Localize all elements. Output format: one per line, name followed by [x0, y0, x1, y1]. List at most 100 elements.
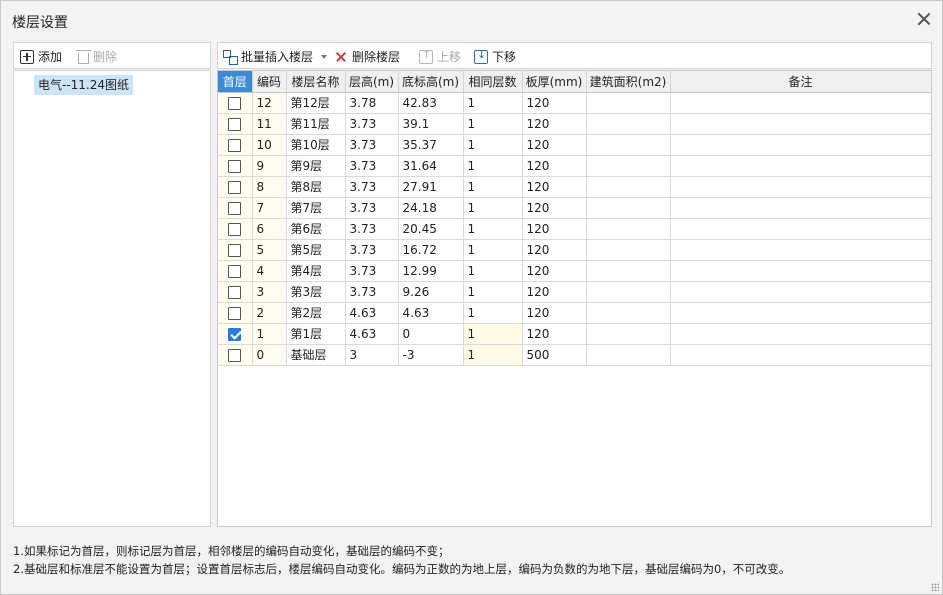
resize-grip[interactable]: [931, 583, 939, 591]
code-cell[interactable]: 7: [252, 197, 287, 219]
floor-height-cell[interactable]: 4.63: [345, 323, 399, 345]
first-floor-checkbox-cell[interactable]: [218, 92, 253, 114]
base-elevation-cell[interactable]: -3: [398, 344, 464, 366]
first-floor-checkbox-cell[interactable]: [218, 239, 253, 261]
base-elevation-cell[interactable]: 42.83: [398, 92, 464, 114]
base-elevation-cell[interactable]: 27.91: [398, 176, 464, 198]
floor-height-cell[interactable]: 3.73: [345, 281, 399, 303]
slab-thickness-cell[interactable]: 120: [522, 92, 587, 114]
slab-thickness-cell[interactable]: 120: [522, 176, 587, 198]
floor-height-cell[interactable]: 3.73: [345, 197, 399, 219]
move-down-button[interactable]: 下移: [474, 47, 516, 66]
building-area-cell[interactable]: [586, 344, 671, 366]
floor-height-cell[interactable]: 3: [345, 344, 399, 366]
table-row[interactable]: 9 第9层 3.73 31.64 1 120: [218, 155, 931, 177]
code-cell[interactable]: 11: [252, 113, 287, 135]
remarks-cell[interactable]: [670, 113, 931, 135]
first-floor-checkbox-cell[interactable]: [218, 344, 253, 366]
remarks-cell[interactable]: [670, 197, 931, 219]
same-floor-count-cell[interactable]: 1: [463, 176, 523, 198]
column-header-building-area[interactable]: 建筑面积(m2): [586, 71, 671, 93]
same-floor-count-cell[interactable]: 1: [463, 134, 523, 156]
code-cell[interactable]: 0: [252, 344, 287, 366]
first-floor-checkbox[interactable]: [228, 327, 242, 341]
building-area-cell[interactable]: [586, 302, 671, 324]
floor-name-cell[interactable]: 第2层: [286, 302, 346, 324]
column-header-code[interactable]: 编码: [252, 71, 287, 93]
first-floor-checkbox[interactable]: [228, 306, 242, 320]
floor-name-cell[interactable]: 第6层: [286, 218, 346, 240]
floor-name-cell[interactable]: 第5层: [286, 239, 346, 261]
base-elevation-cell[interactable]: 39.1: [398, 113, 464, 135]
first-floor-checkbox-cell[interactable]: [218, 155, 253, 177]
slab-thickness-cell[interactable]: 120: [522, 134, 587, 156]
first-floor-checkbox[interactable]: [228, 243, 242, 257]
column-header-slab-thickness[interactable]: 板厚(mm): [522, 71, 587, 93]
floor-name-cell[interactable]: 第7层: [286, 197, 346, 219]
column-header-first-floor[interactable]: 首层: [218, 71, 253, 93]
chevron-down-icon[interactable]: [321, 54, 328, 59]
floor-height-cell[interactable]: 3.73: [345, 176, 399, 198]
table-row[interactable]: 11 第11层 3.73 39.1 1 120: [218, 113, 931, 135]
floor-name-cell[interactable]: 第4层: [286, 260, 346, 282]
building-area-cell[interactable]: [586, 113, 671, 135]
floor-height-cell[interactable]: 3.73: [345, 113, 399, 135]
building-area-cell[interactable]: [586, 260, 671, 282]
slab-thickness-cell[interactable]: 120: [522, 218, 587, 240]
remarks-cell[interactable]: [670, 176, 931, 198]
base-elevation-cell[interactable]: 12.99: [398, 260, 464, 282]
same-floor-count-cell[interactable]: 1: [463, 344, 523, 366]
same-floor-count-cell[interactable]: 1: [463, 323, 523, 345]
table-row[interactable]: 10 第10层 3.73 35.37 1 120: [218, 134, 931, 156]
code-cell[interactable]: 12: [252, 92, 287, 114]
same-floor-count-cell[interactable]: 1: [463, 155, 523, 177]
building-area-cell[interactable]: [586, 134, 671, 156]
same-floor-count-cell[interactable]: 1: [463, 92, 523, 114]
first-floor-checkbox-cell[interactable]: [218, 260, 253, 282]
same-floor-count-cell[interactable]: 1: [463, 302, 523, 324]
close-icon[interactable]: [916, 11, 932, 27]
slab-thickness-cell[interactable]: 120: [522, 113, 587, 135]
table-row[interactable]: 5 第5层 3.73 16.72 1 120: [218, 239, 931, 261]
move-up-button[interactable]: 上移: [419, 47, 461, 66]
first-floor-checkbox-cell[interactable]: [218, 197, 253, 219]
base-elevation-cell[interactable]: 4.63: [398, 302, 464, 324]
remarks-cell[interactable]: [670, 344, 931, 366]
remarks-cell[interactable]: [670, 218, 931, 240]
remarks-cell[interactable]: [670, 134, 931, 156]
base-elevation-cell[interactable]: 20.45: [398, 218, 464, 240]
code-cell[interactable]: 8: [252, 176, 287, 198]
floor-height-cell[interactable]: 3.73: [345, 134, 399, 156]
same-floor-count-cell[interactable]: 1: [463, 260, 523, 282]
code-cell[interactable]: 4: [252, 260, 287, 282]
floor-name-cell[interactable]: 第11层: [286, 113, 346, 135]
first-floor-checkbox-cell[interactable]: [218, 176, 253, 198]
floor-name-cell[interactable]: 基础层: [286, 344, 346, 366]
first-floor-checkbox[interactable]: [228, 264, 242, 278]
base-elevation-cell[interactable]: 24.18: [398, 197, 464, 219]
slab-thickness-cell[interactable]: 120: [522, 260, 587, 282]
code-cell[interactable]: 1: [252, 323, 287, 345]
base-elevation-cell[interactable]: 16.72: [398, 239, 464, 261]
same-floor-count-cell[interactable]: 1: [463, 197, 523, 219]
delete-floor-button[interactable]: 删除楼层: [334, 47, 400, 66]
column-header-remarks[interactable]: 备注: [670, 71, 931, 93]
slab-thickness-cell[interactable]: 120: [522, 302, 587, 324]
slab-thickness-cell[interactable]: 120: [522, 239, 587, 261]
floor-height-cell[interactable]: 3.73: [345, 260, 399, 282]
code-cell[interactable]: 5: [252, 239, 287, 261]
floor-name-cell[interactable]: 第1层: [286, 323, 346, 345]
code-cell[interactable]: 10: [252, 134, 287, 156]
same-floor-count-cell[interactable]: 1: [463, 218, 523, 240]
first-floor-checkbox[interactable]: [228, 117, 242, 131]
code-cell[interactable]: 6: [252, 218, 287, 240]
first-floor-checkbox-cell[interactable]: [218, 218, 253, 240]
same-floor-count-cell[interactable]: 1: [463, 113, 523, 135]
same-floor-count-cell[interactable]: 1: [463, 239, 523, 261]
floor-height-cell[interactable]: 3.73: [345, 239, 399, 261]
column-header-same-floor-count[interactable]: 相同层数: [463, 71, 523, 93]
building-area-cell[interactable]: [586, 92, 671, 114]
remarks-cell[interactable]: [670, 323, 931, 345]
floor-name-cell[interactable]: 第8层: [286, 176, 346, 198]
base-elevation-cell[interactable]: 0: [398, 323, 464, 345]
